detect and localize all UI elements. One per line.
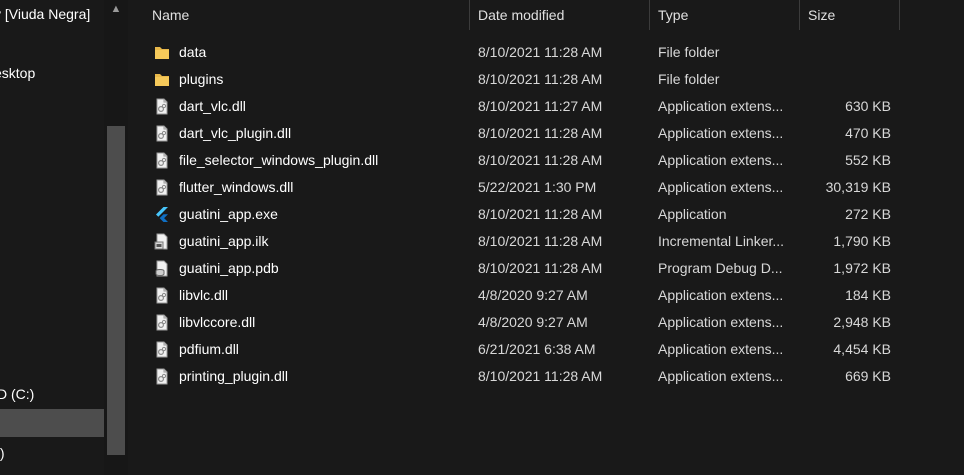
flutter-icon bbox=[154, 206, 170, 223]
file-name: guatini_app.ilk bbox=[179, 233, 269, 249]
dll-file-icon bbox=[154, 98, 170, 115]
file-size: 4,454 KB bbox=[833, 341, 891, 357]
dll-file-icon bbox=[154, 179, 170, 196]
file-row[interactable]: libvlccore.dll 4/8/2020 9:27 AM Applicatio… bbox=[144, 309, 904, 336]
ilk-file-icon bbox=[154, 233, 170, 250]
file-type: Application extens... bbox=[658, 341, 784, 357]
nav-item-label: v [Viuda Negra] bbox=[0, 6, 91, 22]
file-date-modified: 8/10/2021 11:27 AM bbox=[478, 98, 603, 114]
file-date-modified: 8/10/2021 11:28 AM bbox=[478, 152, 603, 168]
file-name: flutter_windows.dll bbox=[179, 179, 294, 195]
file-type: Application extens... bbox=[658, 125, 784, 141]
file-row[interactable]: dart_vlc_plugin.dll 8/10/2021 11:28 AM App… bbox=[144, 120, 904, 147]
file-list-pane: ⌃ Name Date modified Type Size data8/10/… bbox=[128, 0, 964, 475]
dll-file-icon bbox=[154, 152, 170, 169]
navigation-pane: v [Viuda Negra] esktop D (C:) :) bbox=[0, 0, 104, 475]
nav-item-selected[interactable] bbox=[0, 409, 104, 437]
file-row[interactable]: file_selector_windows_plugin.dll 8/10/202… bbox=[144, 147, 904, 174]
file-size: 470 KB bbox=[845, 125, 891, 141]
file-type: File folder bbox=[658, 44, 720, 60]
file-row[interactable]: guatini_app.pdb 8/10/2021 11:28 AM Program… bbox=[144, 255, 904, 282]
file-type: Application extens... bbox=[658, 152, 784, 168]
file-size: 1,972 KB bbox=[833, 260, 891, 276]
file-type: Application bbox=[658, 206, 727, 222]
dll-file-icon bbox=[154, 314, 170, 331]
file-row[interactable]: guatini_app.ilk 8/10/2021 11:28 AM Increme… bbox=[144, 228, 904, 255]
file-name: file_selector_windows_plugin.dll bbox=[179, 152, 379, 168]
column-header-name[interactable]: Name bbox=[144, 0, 470, 30]
file-row[interactable]: pdfium.dll 6/21/2021 6:38 AM Application e… bbox=[144, 336, 904, 363]
nav-item-drive[interactable]: :) bbox=[0, 439, 104, 467]
file-row[interactable]: dart_vlc.dll 8/10/2021 11:27 AM Applicatio… bbox=[144, 93, 904, 120]
pdb-file-icon bbox=[154, 260, 170, 277]
file-row[interactable]: libvlc.dll 4/8/2020 9:27 AM Application ex… bbox=[144, 282, 904, 309]
file-type: Incremental Linker... bbox=[658, 233, 785, 249]
file-size: 184 KB bbox=[845, 287, 891, 303]
file-date-modified: 8/10/2021 11:28 AM bbox=[478, 368, 603, 384]
file-size: 272 KB bbox=[845, 206, 891, 222]
file-type: Application extens... bbox=[658, 98, 784, 114]
folder-icon bbox=[154, 44, 170, 61]
column-header-date-modified[interactable]: Date modified bbox=[470, 0, 650, 30]
dll-file-icon bbox=[154, 287, 170, 304]
column-header-type[interactable]: Type bbox=[650, 0, 800, 30]
file-name: pdfium.dll bbox=[179, 341, 239, 357]
nav-item-label: esktop bbox=[0, 65, 36, 81]
dll-file-icon bbox=[154, 341, 170, 358]
nav-item-local-disk-c[interactable]: D (C:) bbox=[0, 380, 104, 408]
file-type: File folder bbox=[658, 71, 720, 87]
scrollbar-thumb[interactable] bbox=[107, 126, 125, 455]
scroll-up-arrow-icon[interactable]: ▲ bbox=[104, 0, 128, 20]
file-date-modified: 4/8/2020 9:27 AM bbox=[478, 287, 588, 303]
file-size: 630 KB bbox=[845, 98, 891, 114]
nav-item-label: :) bbox=[0, 445, 5, 461]
file-date-modified: 8/10/2021 11:28 AM bbox=[478, 206, 603, 222]
file-row[interactable]: flutter_windows.dll 5/22/2021 1:30 PM Appl… bbox=[144, 174, 904, 201]
file-size: 552 KB bbox=[845, 152, 891, 168]
file-name: data bbox=[179, 44, 207, 60]
file-name: guatini_app.pdb bbox=[179, 260, 279, 276]
file-type: Program Debug D... bbox=[658, 260, 783, 276]
file-type: Application extens... bbox=[658, 368, 784, 384]
column-header-size[interactable]: Size bbox=[800, 0, 900, 30]
file-type: Application extens... bbox=[658, 314, 784, 330]
file-date-modified: 5/22/2021 1:30 PM bbox=[478, 179, 597, 195]
file-date-modified: 8/10/2021 11:28 AM bbox=[478, 44, 603, 60]
file-size: 30,319 KB bbox=[825, 179, 891, 195]
file-size: 1,790 KB bbox=[833, 233, 891, 249]
file-date-modified: 8/10/2021 11:28 AM bbox=[478, 71, 603, 87]
nav-item-desktop[interactable]: esktop bbox=[0, 59, 104, 87]
file-name: dart_vlc_plugin.dll bbox=[179, 125, 292, 141]
file-date-modified: 4/8/2020 9:27 AM bbox=[478, 314, 588, 330]
file-name: libvlc.dll bbox=[179, 287, 229, 303]
file-type: Application extens... bbox=[658, 179, 784, 195]
file-name: libvlccore.dll bbox=[179, 314, 256, 330]
file-name: guatini_app.exe bbox=[179, 206, 278, 222]
nav-item-viuda-negra[interactable]: v [Viuda Negra] bbox=[0, 0, 104, 28]
file-size: 2,948 KB bbox=[833, 314, 891, 330]
file-name: plugins bbox=[179, 71, 224, 87]
file-type: Application extens... bbox=[658, 287, 784, 303]
file-row[interactable]: plugins 8/10/2021 11:28 AM File folder bbox=[144, 66, 904, 93]
file-date-modified: 8/10/2021 11:28 AM bbox=[478, 260, 603, 276]
file-row[interactable]: data 8/10/2021 11:28 AM File folder bbox=[144, 39, 904, 66]
file-size: 669 KB bbox=[845, 368, 891, 384]
nav-scrollbar[interactable]: ▲ bbox=[104, 0, 128, 475]
dll-file-icon bbox=[154, 125, 170, 142]
folder-icon bbox=[154, 71, 170, 88]
file-date-modified: 6/21/2021 6:38 AM bbox=[478, 341, 596, 357]
file-date-modified: 8/10/2021 11:28 AM bbox=[478, 233, 603, 249]
dll-file-icon bbox=[154, 368, 170, 385]
file-row[interactable]: printing_plugin.dll 8/10/2021 11:28 AM App… bbox=[144, 363, 904, 390]
nav-item-label: D (C:) bbox=[0, 386, 35, 402]
file-date-modified: 8/10/2021 11:28 AM bbox=[478, 125, 603, 141]
file-name: dart_vlc.dll bbox=[179, 98, 246, 114]
file-name: printing_plugin.dll bbox=[179, 368, 288, 384]
file-row[interactable]: guatini_app.exe 8/10/2021 11:28 AM Applica… bbox=[144, 201, 904, 228]
